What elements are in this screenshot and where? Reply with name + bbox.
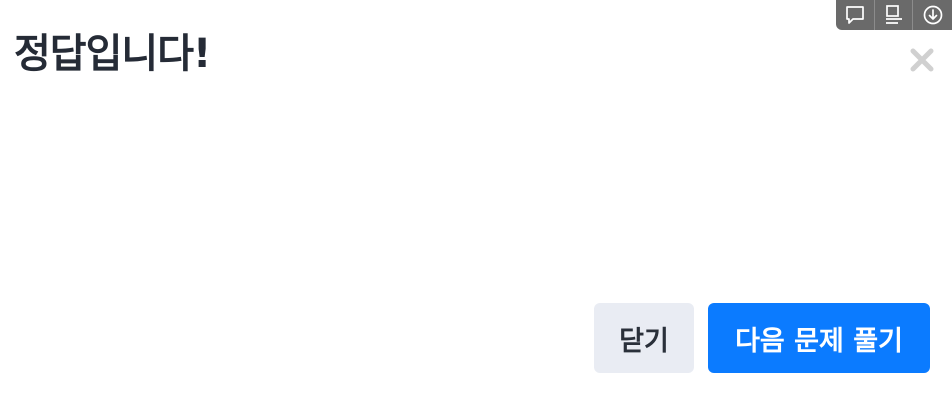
next-problem-button[interactable]: 다음 문제 풀기 <box>708 303 930 373</box>
download-icon <box>922 4 944 26</box>
modal-close-button[interactable] <box>905 44 939 76</box>
download-button[interactable] <box>913 0 952 30</box>
notes-icon <box>883 4 905 26</box>
notes-button[interactable] <box>875 0 914 30</box>
comment-icon <box>844 4 866 26</box>
comment-button[interactable] <box>836 0 875 30</box>
modal-title: 정답입니다! <box>14 31 211 77</box>
overlay-toolbar <box>836 0 952 30</box>
close-icon <box>910 48 934 72</box>
close-button[interactable]: 닫기 <box>594 303 694 373</box>
